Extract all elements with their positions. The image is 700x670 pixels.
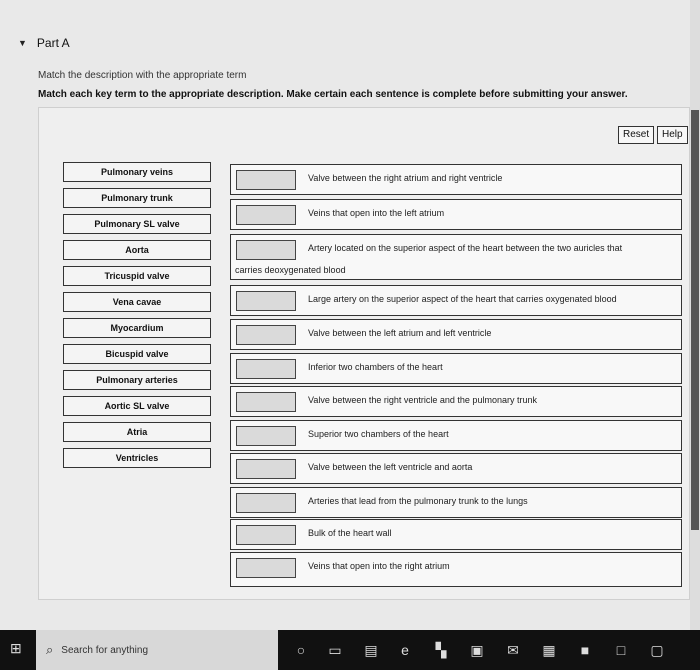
app-icon[interactable]: □ [612, 641, 630, 659]
instructions-line-2: Match each key term to the appropriate d… [38, 89, 628, 100]
description-text: Bulk of the heart wall [308, 528, 392, 538]
answer-drop-zone[interactable] [236, 325, 296, 345]
description-row: Veins that open into the right atrium [230, 552, 682, 587]
description-row: Artery located on the superior aspect of… [230, 234, 682, 280]
description-row: Large artery on the superior aspect of t… [230, 285, 682, 316]
vertical-scrollbar[interactable] [690, 0, 700, 630]
answer-drop-zone[interactable] [236, 170, 296, 190]
description-row: Valve between the right atrium and right… [230, 164, 682, 195]
description-text: Valve between the right atrium and right… [308, 173, 503, 183]
answer-drop-zone[interactable] [236, 459, 296, 479]
term-pulmonary-veins[interactable]: Pulmonary veins [63, 162, 211, 182]
term-pulmonary-sl-valve[interactable]: Pulmonary SL valve [63, 214, 211, 234]
description-row: Inferior two chambers of the heart [230, 353, 682, 384]
answer-drop-zone[interactable] [236, 392, 296, 412]
edge-icon[interactable]: e [396, 641, 414, 659]
term-tricuspid-valve[interactable]: Tricuspid valve [63, 266, 211, 286]
part-label: Part A [36, 36, 70, 50]
answer-drop-zone[interactable] [236, 291, 296, 311]
description-text: Valve between the left ventricle and aor… [308, 462, 473, 472]
search-placeholder: Search for anything [61, 644, 148, 656]
taskbar-search-box[interactable]: ⌕ Search for anything [36, 630, 278, 670]
term-atria[interactable]: Atria [63, 422, 211, 442]
answer-drop-zone[interactable] [236, 205, 296, 225]
app-icon[interactable]: ▦ [540, 641, 558, 659]
store-icon[interactable]: ▣ [468, 641, 486, 659]
app-icon[interactable]: ▚ [432, 641, 450, 659]
answer-drop-zone[interactable] [236, 240, 296, 260]
description-text: Valve between the right ventricle and th… [308, 395, 537, 405]
part-a-header[interactable]: ▼ Part A [18, 34, 70, 52]
app-icon[interactable]: ▢ [648, 641, 666, 659]
app-icon[interactable]: ▤ [362, 641, 380, 659]
search-icon: ⌕ [46, 642, 54, 657]
description-text: Superior two chambers of the heart [308, 429, 449, 439]
term-myocardium[interactable]: Myocardium [63, 318, 211, 338]
description-row: Arteries that lead from the pulmonary tr… [230, 487, 682, 518]
term-aorta[interactable]: Aorta [63, 240, 211, 260]
description-text: Inferior two chambers of the heart [308, 362, 443, 372]
term-pulmonary-trunk[interactable]: Pulmonary trunk [63, 188, 211, 208]
description-row: Valve between the right ventricle and th… [230, 386, 682, 417]
description-text: Veins that open into the left atrium [308, 208, 445, 218]
instructions-line-1: Match the description with the appropria… [38, 70, 247, 81]
description-text-continued: carries deoxygenated blood [235, 265, 346, 275]
term-ventricles[interactable]: Ventricles [63, 448, 211, 468]
help-button[interactable]: Help [657, 126, 688, 144]
scrollbar-thumb[interactable] [691, 110, 699, 530]
description-row: Veins that open into the left atrium [230, 199, 682, 230]
answer-drop-zone[interactable] [236, 493, 296, 513]
description-text: Arteries that lead from the pulmonary tr… [308, 496, 528, 506]
description-row: Superior two chambers of the heart [230, 420, 682, 451]
windows-icon[interactable]: ⊞ [10, 640, 22, 657]
cortana-icon[interactable]: ○ [292, 641, 310, 659]
description-text: Large artery on the superior aspect of t… [308, 294, 617, 304]
term-vena-cavae[interactable]: Vena cavae [63, 292, 211, 312]
answer-drop-zone[interactable] [236, 558, 296, 578]
description-row: Bulk of the heart wall [230, 519, 682, 550]
mail-icon[interactable]: ✉ [504, 641, 522, 659]
reset-button[interactable]: Reset [618, 126, 655, 144]
description-row: Valve between the left ventricle and aor… [230, 453, 682, 484]
caret-down-icon[interactable]: ▼ [18, 38, 27, 48]
app-icon[interactable]: ■ [576, 641, 594, 659]
answer-drop-zone[interactable] [236, 525, 296, 545]
term-bicuspid-valve[interactable]: Bicuspid valve [63, 344, 211, 364]
task-view-icon[interactable]: ▭ [326, 641, 344, 659]
answer-drop-zone[interactable] [236, 359, 296, 379]
description-row: Valve between the left atrium and left v… [230, 319, 682, 350]
description-text: Veins that open into the right atrium [308, 561, 450, 571]
answer-drop-zone[interactable] [236, 426, 296, 446]
term-pulmonary-arteries[interactable]: Pulmonary arteries [63, 370, 211, 390]
taskbar: ⊞ ⌕ Search for anything ○ ▭ ▤ e ▚ ▣ ✉ ▦ … [0, 630, 700, 670]
description-text: Artery located on the superior aspect of… [308, 243, 623, 253]
term-aortic-sl-valve[interactable]: Aortic SL valve [63, 396, 211, 416]
description-text: Valve between the left atrium and left v… [308, 328, 492, 338]
